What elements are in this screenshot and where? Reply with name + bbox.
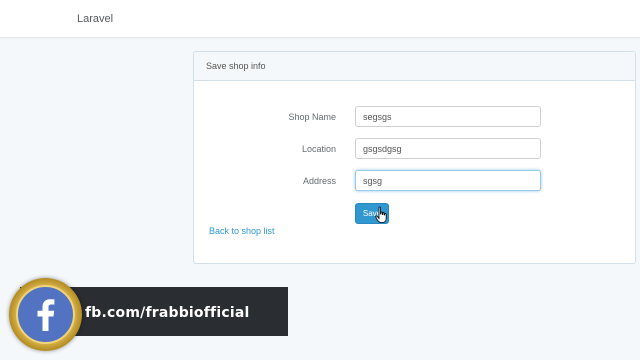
location-input[interactable]	[355, 138, 541, 159]
shop-name-input[interactable]	[355, 106, 541, 127]
save-shop-panel: Save shop info Shop Name Location Addres…	[193, 51, 636, 264]
facebook-icon-circle	[16, 285, 75, 344]
social-handle-text: fb.com/frabbiofficial	[85, 305, 250, 321]
back-to-shop-list-link[interactable]: Back to shop list	[209, 226, 275, 236]
facebook-icon	[37, 299, 55, 331]
address-label: Address	[302, 176, 336, 186]
location-label: Location	[301, 144, 336, 154]
shop-name-label: Shop Name	[288, 112, 336, 122]
brand-link[interactable]: Laravel	[77, 13, 113, 25]
hand-cursor-icon	[375, 206, 387, 223]
panel-heading: Save shop info	[194, 52, 635, 81]
navbar: Laravel	[0, 4, 640, 38]
panel-title: Save shop info	[206, 61, 266, 71]
address-input[interactable]	[355, 170, 541, 191]
